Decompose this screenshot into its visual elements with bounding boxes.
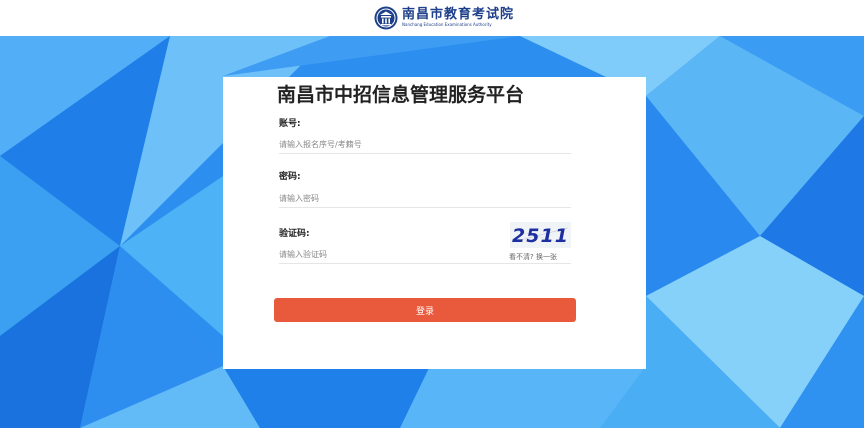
emblem-icon (374, 6, 398, 30)
login-card: 南昌市中招信息管理服务平台 账号: 密码: 验证码: 2511 看不清? 换一张… (223, 77, 646, 369)
account-label: 账号: (279, 119, 301, 129)
logo-english-name: Nanchang Education Examinations Authorit… (402, 22, 492, 27)
top-header: 南昌市教育考试院 Nanchang Education Examinations… (0, 0, 864, 36)
refresh-captcha-link[interactable]: 看不清? 换一张 (509, 252, 557, 262)
captcha-text: 2511 (512, 225, 569, 247)
password-input[interactable] (279, 189, 571, 208)
captcha-label: 验证码: (279, 229, 310, 239)
captcha-image[interactable]: 2511 (510, 222, 571, 248)
site-logo[interactable]: 南昌市教育考试院 Nanchang Education Examinations… (374, 4, 514, 32)
page-title: 南昌市中招信息管理服务平台 (277, 84, 525, 106)
account-input[interactable] (279, 135, 571, 154)
login-button[interactable]: 登录 (274, 298, 576, 322)
password-label: 密码: (279, 172, 301, 182)
logo-chinese-name: 南昌市教育考试院 (402, 7, 515, 22)
